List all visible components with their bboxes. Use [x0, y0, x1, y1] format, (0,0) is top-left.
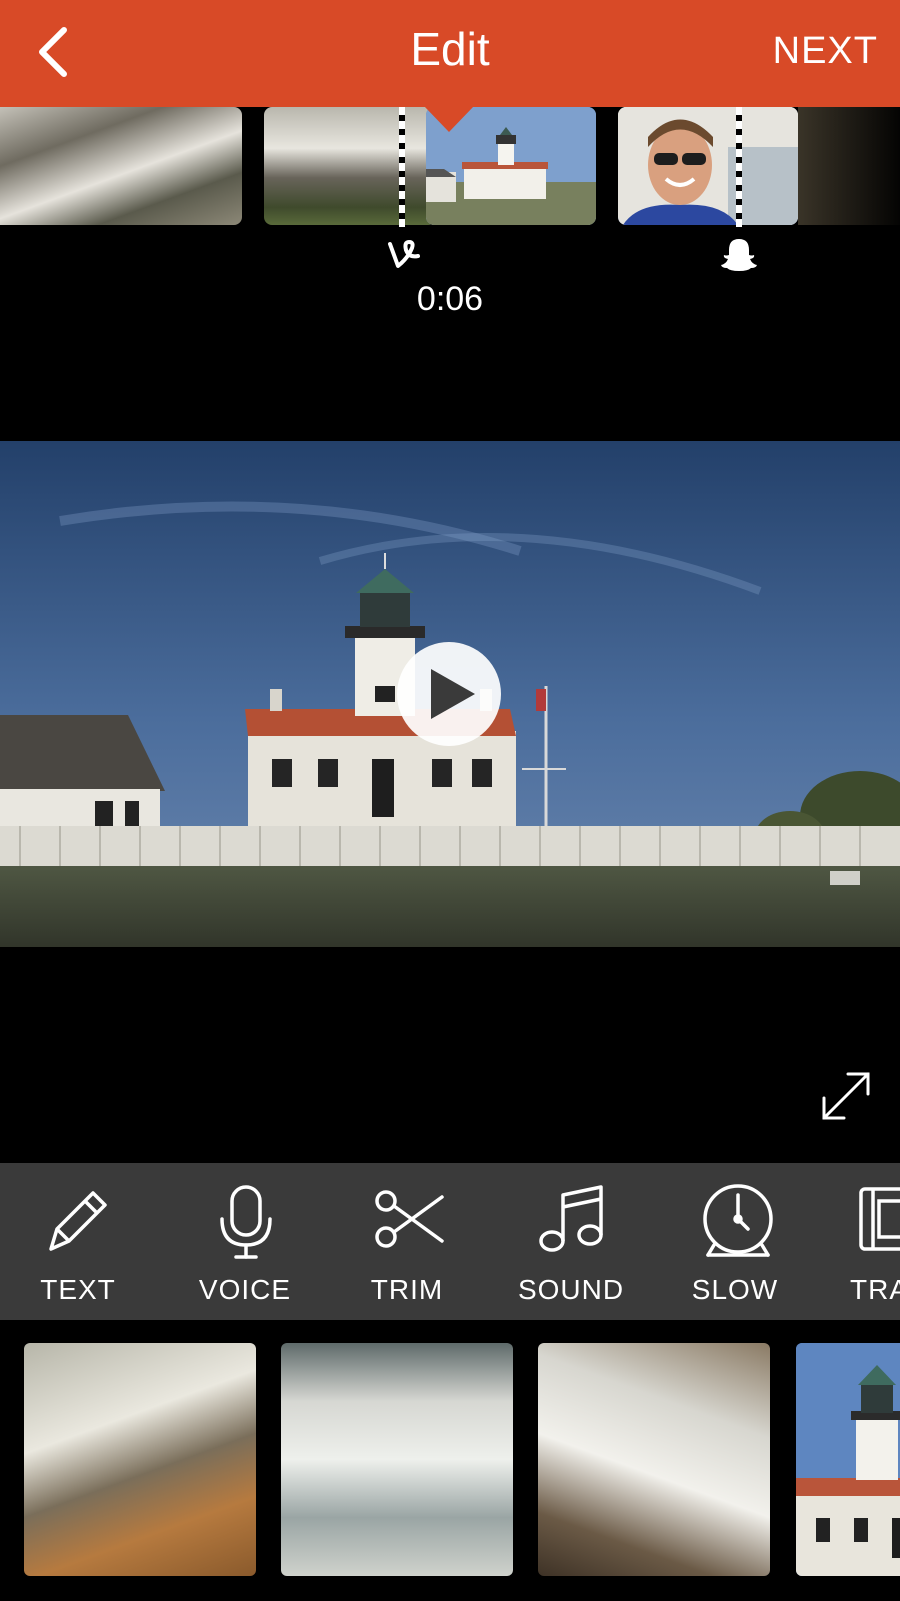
voice-tool-button[interactable]: VOICE — [170, 1163, 320, 1320]
tool-label: TRA — [850, 1274, 900, 1305]
tool-label: VOICE — [198, 1274, 292, 1305]
edit-toolbar: TEXT VOICE TRIM SOUND SLOW TRA — [0, 1163, 900, 1320]
next-button[interactable]: NEXT — [773, 30, 878, 73]
vine-icon — [388, 240, 420, 268]
page-title: Edit — [410, 23, 490, 75]
clip-rocky-shore[interactable] — [0, 107, 242, 225]
media-library[interactable] — [0, 1320, 900, 1601]
current-clip-pointer — [424, 106, 474, 132]
pencil-icon — [49, 1191, 107, 1251]
microphone-icon — [220, 1185, 272, 1259]
filmstrip-icon — [859, 1187, 900, 1251]
trim-tool-button[interactable]: TRIM — [332, 1163, 482, 1320]
top-bar: Edit NEXT — [0, 0, 900, 107]
tool-label: TRIM — [370, 1274, 444, 1305]
tool-label: SLOW — [691, 1274, 779, 1305]
clip-crashing-waves[interactable] — [264, 107, 436, 225]
thumb-surf[interactable] — [281, 1343, 513, 1576]
expand-icon[interactable] — [818, 1068, 874, 1124]
clip-divider[interactable] — [399, 107, 405, 227]
thumb-waves-rocks[interactable] — [24, 1343, 256, 1576]
sound-tool-button[interactable]: SOUND — [496, 1163, 646, 1320]
transition-tool-button[interactable]: TRA — [830, 1163, 900, 1320]
slow-tool-button[interactable]: SLOW — [660, 1163, 810, 1320]
text-tool-button[interactable]: TEXT — [3, 1163, 153, 1320]
clip-selfie[interactable] — [618, 107, 798, 225]
clock-icon — [703, 1184, 773, 1257]
scissors-icon — [375, 1190, 444, 1248]
play-icon — [431, 669, 475, 719]
clip-selfie-image — [618, 107, 798, 225]
snapchat-ghost-icon — [721, 239, 757, 271]
thumb-lighthouse-image — [796, 1343, 900, 1576]
timecode: 0:06 — [416, 280, 484, 318]
clip-divider[interactable] — [736, 107, 742, 227]
music-note-icon — [539, 1185, 603, 1252]
tool-label: TEXT — [40, 1274, 116, 1305]
thumb-cliff-waves[interactable] — [538, 1343, 770, 1576]
thumb-lighthouse[interactable] — [796, 1343, 900, 1576]
filmstrip-fade — [798, 107, 900, 225]
play-button[interactable] — [397, 642, 501, 746]
tool-label: SOUND — [517, 1274, 625, 1305]
